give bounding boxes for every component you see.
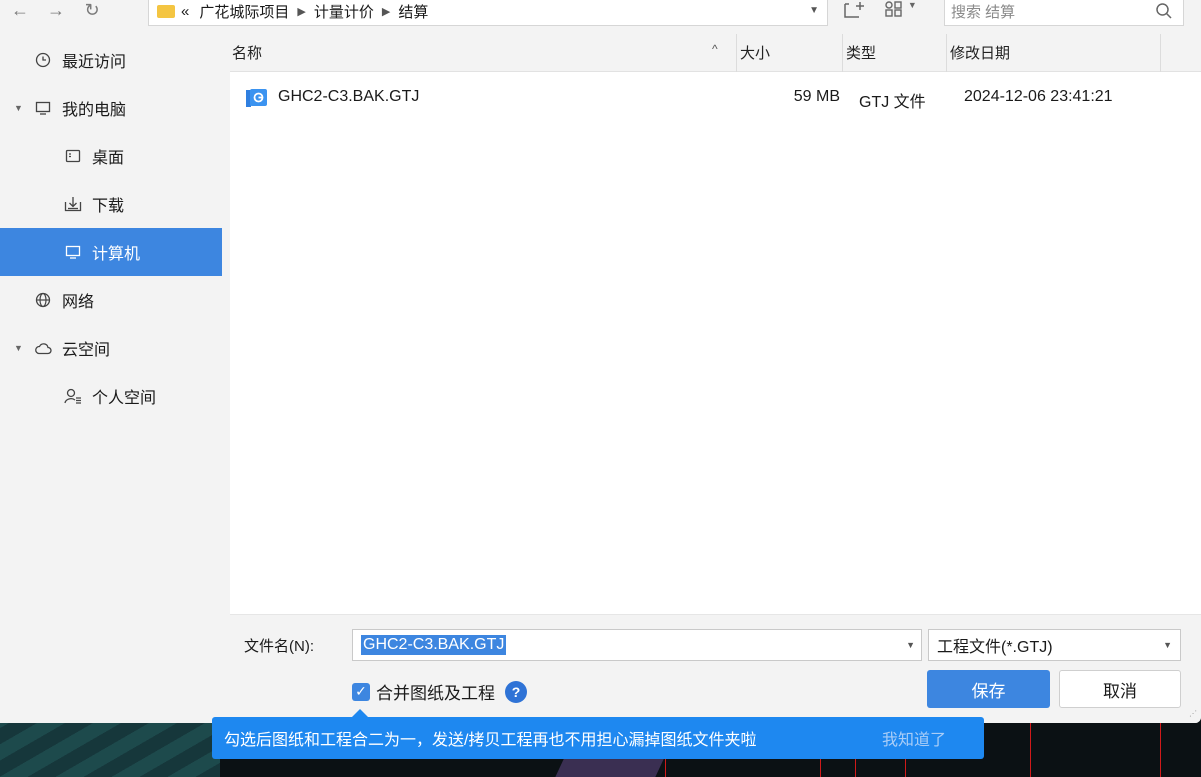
back-button[interactable]: ← xyxy=(2,0,38,25)
sort-up-icon: ^ xyxy=(712,42,718,56)
grid-view-icon xyxy=(885,1,902,17)
filetype-value: 工程文件(*.GTJ) xyxy=(937,639,1053,656)
column-divider[interactable] xyxy=(736,34,737,72)
toolbar: ← → ↻ « 广花城际项目 ▶ 计量计价 ▶ 结算 ▼ ▼ 搜索 结算 xyxy=(0,0,1201,34)
gtj-file-icon xyxy=(246,89,267,107)
sidebar: 最近访问 ▼ 我的电脑 桌面 下载 计算机 网络 ▼ 云空间 个人空间 xyxy=(0,34,222,614)
sidebar-item-label: 云空间 xyxy=(62,342,111,359)
save-button[interactable]: 保存 xyxy=(927,670,1050,708)
sidebar-item-label: 计算机 xyxy=(92,246,141,263)
column-size[interactable]: 大小 xyxy=(740,42,770,63)
folder-icon xyxy=(157,4,175,18)
sidebar-item-label: 桌面 xyxy=(92,150,125,167)
view-mode-button[interactable]: ▼ xyxy=(884,0,928,22)
chevron-right-icon: ▶ xyxy=(297,5,306,18)
column-divider[interactable] xyxy=(1160,34,1161,72)
sidebar-item-cloud[interactable]: ▼ 云空间 xyxy=(0,324,222,372)
chevron-down-icon[interactable]: ▼ xyxy=(809,5,819,16)
clock-icon xyxy=(34,51,52,69)
globe-icon xyxy=(34,291,52,309)
file-size: 59 MB xyxy=(793,88,840,105)
sidebar-item-label: 下载 xyxy=(92,198,125,215)
filename-label: 文件名(N): xyxy=(244,638,314,655)
cloud-icon xyxy=(34,339,52,357)
sidebar-item-computer[interactable]: 计算机 xyxy=(0,228,222,276)
sidebar-item-personal-space[interactable]: 个人空间 xyxy=(0,372,222,420)
merge-label: 合并图纸及工程 xyxy=(376,684,495,703)
forward-button[interactable]: → xyxy=(38,0,74,25)
breadcrumb-item[interactable]: 广花城际项目 xyxy=(199,1,289,22)
column-header: 名称 ^ 大小 类型 修改日期 xyxy=(230,34,1201,72)
expand-arrow-icon[interactable]: ▼ xyxy=(14,103,23,113)
breadcrumb-prefix: « xyxy=(181,2,190,20)
sidebar-item-label: 我的电脑 xyxy=(62,102,127,119)
chevron-right-icon: ▶ xyxy=(381,5,391,18)
sidebar-item-network[interactable]: 网络 xyxy=(0,276,222,324)
new-folder-icon xyxy=(844,2,864,18)
help-icon[interactable]: ? xyxy=(505,680,527,703)
file-date: 2024-12-06 23:41:21 xyxy=(964,88,1113,105)
column-date[interactable]: 修改日期 xyxy=(950,42,1010,63)
sidebar-item-recent[interactable]: 最近访问 xyxy=(0,36,222,84)
checkmark-icon[interactable]: ✓ xyxy=(352,682,370,701)
monitor-icon xyxy=(34,99,52,117)
dialog-footer: 文件名(N): GHC2-C3.BAK.GTJ ▼ 工程文件(*.GTJ) ▼ … xyxy=(230,614,1201,723)
address-bar[interactable]: « 广花城际项目 ▶ 计量计价 ▶ 结算 ▼ xyxy=(148,0,828,26)
tooltip-dismiss-button[interactable]: 我知道了 xyxy=(882,726,946,750)
column-divider[interactable] xyxy=(842,34,843,72)
merge-tooltip: 勾选后图纸和工程合二为一，发送/拷贝工程再也不用担心漏掉图纸文件夹啦 我知道了 xyxy=(212,709,984,759)
chevron-down-icon[interactable]: ▼ xyxy=(1163,640,1172,650)
arrow-right-icon: → xyxy=(47,0,65,20)
save-dialog: ← → ↻ « 广花城际项目 ▶ 计量计价 ▶ 结算 ▼ ▼ 搜索 结算 最近访… xyxy=(0,0,1201,723)
resize-grip-icon[interactable]: ⋰ xyxy=(1189,710,1199,721)
file-row[interactable]: GHC2-C3.BAK.GTJ 59 MB GTJ 文件 2024-12-06 … xyxy=(230,82,1201,114)
filetype-select[interactable]: 工程文件(*.GTJ) ▼ xyxy=(928,629,1181,661)
filename-input[interactable]: GHC2-C3.BAK.GTJ ▼ xyxy=(352,629,922,661)
file-name: GHC2-C3.BAK.GTJ xyxy=(278,88,420,105)
user-icon xyxy=(64,387,82,405)
chevron-down-icon: ▼ xyxy=(907,0,917,10)
new-folder-button[interactable] xyxy=(843,0,867,22)
filename-value[interactable]: GHC2-C3.BAK.GTJ xyxy=(361,635,507,655)
column-type[interactable]: 类型 xyxy=(846,42,876,63)
breadcrumb-item[interactable]: 计量计价 xyxy=(314,1,374,22)
file-list: 名称 ^ 大小 类型 修改日期 GHC2-C3.BAK.GTJ 59 MB GT… xyxy=(230,34,1201,614)
computer-icon xyxy=(64,243,82,261)
breadcrumb-item[interactable]: 结算 xyxy=(398,1,428,22)
search-placeholder: 搜索 结算 xyxy=(951,3,1016,21)
sidebar-item-downloads[interactable]: 下载 xyxy=(0,180,222,228)
sidebar-item-my-computer[interactable]: ▼ 我的电脑 xyxy=(0,84,222,132)
desktop-icon xyxy=(64,147,82,165)
refresh-button[interactable]: ↻ xyxy=(74,0,110,25)
search-input[interactable]: 搜索 结算 xyxy=(944,0,1184,26)
file-type: GTJ 文件 xyxy=(859,94,926,111)
column-divider[interactable] xyxy=(946,34,947,72)
merge-checkbox[interactable]: ✓ 合并图纸及工程 ? xyxy=(352,679,527,704)
column-name[interactable]: 名称 xyxy=(232,42,262,63)
download-icon xyxy=(64,195,82,213)
sidebar-item-label: 最近访问 xyxy=(62,54,127,71)
tooltip-message: 勾选后图纸和工程合二为一，发送/拷贝工程再也不用担心漏掉图纸文件夹啦 xyxy=(224,732,757,749)
expand-arrow-icon[interactable]: ▼ xyxy=(14,343,23,353)
arrow-left-icon: ← xyxy=(11,0,29,20)
chevron-down-icon[interactable]: ▼ xyxy=(906,640,915,650)
refresh-icon: ↻ xyxy=(84,0,100,20)
cancel-button[interactable]: 取消 xyxy=(1059,670,1181,708)
sidebar-item-desktop[interactable]: 桌面 xyxy=(0,132,222,180)
sidebar-item-label: 个人空间 xyxy=(92,390,157,407)
sidebar-item-label: 网络 xyxy=(62,294,95,311)
search-icon[interactable] xyxy=(1155,2,1173,20)
